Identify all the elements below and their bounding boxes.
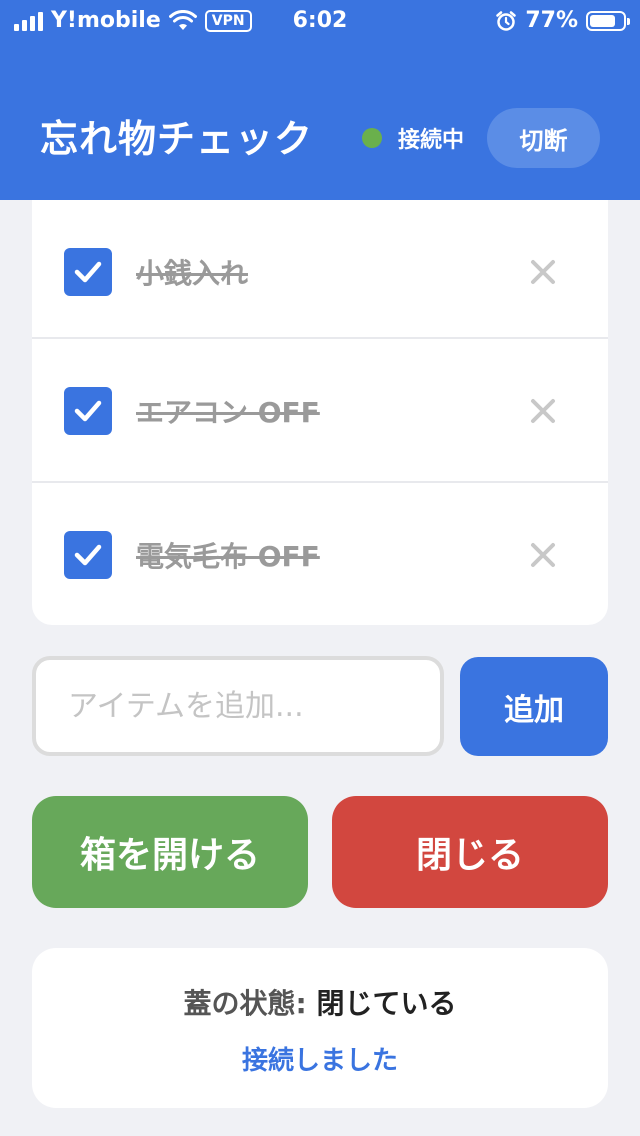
item-checkbox[interactable] — [64, 386, 112, 435]
battery-icon — [586, 10, 630, 31]
item-checkbox[interactable] — [64, 530, 112, 579]
status-bar-right: 77% — [495, 8, 630, 33]
close-icon — [531, 398, 555, 423]
lid-status-value: 閉じている — [316, 987, 457, 1020]
remove-item-button[interactable] — [526, 394, 560, 428]
battery-percent: 77% — [525, 8, 578, 33]
add-item-input[interactable] — [32, 656, 444, 756]
alarm-icon — [496, 10, 517, 31]
open-box-button[interactable]: 箱を開ける — [32, 796, 308, 908]
status-bar: Y!mobile VPN 6:02 77% — [0, 0, 640, 40]
lid-status-label: 蓋の状態: — [183, 987, 307, 1020]
app-header: Y!mobile VPN 6:02 77% 忘れ物チェック 接続中 切断 — [0, 0, 640, 200]
list-item: 小銭入れ — [32, 200, 608, 343]
remove-item-button[interactable] — [526, 538, 560, 572]
checklist: 小銭入れ エアコン OFF 電気毛布 OFF — [32, 200, 608, 625]
item-label: 電気毛布 OFF — [136, 539, 320, 573]
check-icon — [74, 544, 102, 565]
close-icon — [531, 259, 555, 284]
list-item: エアコン OFF — [32, 339, 608, 482]
battery-level — [590, 14, 615, 27]
connection-indicator — [362, 128, 382, 148]
connection-message: 接続しました — [241, 1046, 398, 1076]
close-icon — [531, 542, 555, 567]
close-box-button[interactable]: 閉じる — [332, 796, 608, 908]
check-icon — [74, 261, 102, 282]
add-item-button[interactable]: 追加 — [460, 657, 608, 756]
item-label: エアコン OFF — [136, 395, 320, 429]
page-title: 忘れ物チェック — [40, 117, 314, 161]
remove-item-button[interactable] — [526, 255, 560, 289]
check-icon — [74, 400, 102, 421]
list-item: 電気毛布 OFF — [32, 483, 608, 626]
status-card: 蓋の状態: 閉じている 接続しました — [32, 948, 608, 1108]
connection-status: 接続中 — [398, 128, 465, 153]
item-checkbox[interactable] — [64, 247, 112, 296]
item-label: 小銭入れ — [136, 256, 249, 290]
disconnect-button[interactable]: 切断 — [487, 108, 600, 168]
lid-status: 蓋の状態: 閉じている — [32, 982, 608, 1022]
